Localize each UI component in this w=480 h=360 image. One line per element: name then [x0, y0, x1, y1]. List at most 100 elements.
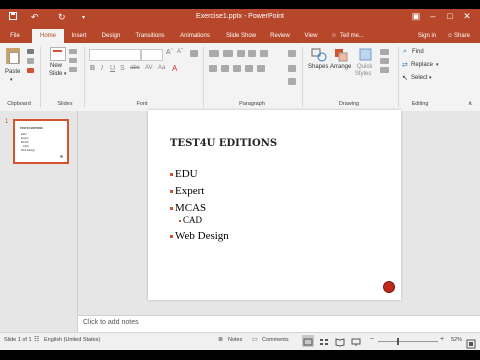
underline-icon[interactable]: U [110, 65, 115, 72]
share-button[interactable]: Share [454, 29, 474, 43]
minimize-icon[interactable]: – [426, 11, 440, 21]
increase-indent-icon[interactable] [248, 50, 256, 57]
columns-icon[interactable] [257, 65, 265, 72]
align-left-icon[interactable] [209, 65, 217, 72]
zoom-out-icon[interactable]: − [370, 336, 374, 343]
collapse-ribbon-icon[interactable]: ∧ [468, 100, 472, 107]
zoom-slider-track[interactable] [378, 341, 438, 342]
align-text-icon[interactable] [288, 65, 296, 72]
smartart-icon[interactable] [288, 78, 296, 85]
font-name-combo[interactable] [89, 49, 141, 61]
quick-styles-label-2[interactable]: Styles [355, 71, 371, 77]
quick-styles-icon[interactable] [359, 48, 372, 61]
numbering-icon[interactable] [223, 50, 233, 57]
paste-button[interactable]: Paste [5, 69, 20, 75]
cut-icon[interactable] [27, 49, 34, 54]
change-case-icon[interactable]: Aa [158, 65, 165, 71]
select-button[interactable]: Select [411, 75, 428, 81]
replace-icon[interactable]: ⇄ [402, 61, 408, 69]
zoom-in-icon[interactable]: + [440, 336, 444, 343]
paste-dropdown-icon[interactable]: ▾ [10, 77, 13, 83]
tab-home[interactable]: Home [32, 29, 64, 43]
shape-outline-icon[interactable] [380, 58, 389, 64]
new-slide-label-1[interactable]: New [50, 63, 62, 69]
slide-bullet[interactable]: MCAS [170, 202, 206, 214]
tab-animations[interactable]: Animations [175, 29, 215, 43]
fit-to-window-icon[interactable] [466, 336, 476, 349]
slide-bullet[interactable]: EDU [170, 168, 198, 180]
slide-canvas[interactable]: TEST4U EDITIONS EDU Expert MCAS CAD Web … [148, 110, 401, 300]
slide-thumbnail[interactable]: TEST4U EDITIONS EDU Expert MCAS CAD Web … [13, 119, 69, 164]
share-icon[interactable]: ☺ [446, 29, 454, 43]
arrange-button[interactable]: Arrange [330, 64, 351, 70]
reset-icon[interactable] [69, 58, 77, 63]
select-icon[interactable]: ↖ [402, 74, 408, 82]
paste-icon[interactable] [6, 48, 20, 64]
slide-bullet[interactable]: Expert [170, 185, 204, 197]
clear-formatting-icon[interactable] [190, 50, 198, 57]
comments-icon[interactable]: ▭ [252, 336, 258, 343]
tell-me-box[interactable]: Tell me... [340, 29, 368, 43]
strikethrough-icon[interactable]: abc [130, 65, 140, 71]
bullets-icon[interactable] [209, 50, 219, 57]
comments-button[interactable]: Comments [262, 337, 289, 343]
shapes-icon[interactable] [311, 48, 327, 62]
tab-review[interactable]: Review [266, 29, 294, 43]
restore-ribbon-icon[interactable]: ▣ [409, 11, 423, 22]
slide-bullet[interactable]: Web Design [170, 230, 229, 242]
tab-insert[interactable]: Insert [66, 29, 92, 43]
tab-slide-show[interactable]: Slide Show [221, 29, 261, 43]
justify-icon[interactable] [245, 65, 253, 72]
new-slide-dropdown-icon[interactable]: ▾ [64, 71, 67, 77]
copy-icon[interactable] [27, 58, 34, 64]
text-direction-icon[interactable] [288, 50, 296, 57]
arrange-icon[interactable] [334, 48, 348, 62]
quick-styles-label-1[interactable]: Quick [357, 64, 372, 70]
format-painter-icon[interactable] [27, 68, 34, 73]
maximize-icon[interactable]: □ [443, 11, 457, 21]
language-indicator[interactable]: English (United States) [44, 337, 100, 343]
tab-file[interactable]: File [0, 29, 30, 43]
find-icon[interactable]: ⌕ [403, 48, 407, 56]
slide-title[interactable]: TEST4U EDITIONS [170, 138, 277, 149]
increase-font-icon[interactable]: Aˆ [166, 49, 173, 56]
shape-fill-icon[interactable] [380, 49, 389, 55]
spelling-icon[interactable]: ☷ [34, 336, 39, 343]
decrease-font-icon[interactable]: Aˇ [177, 49, 183, 55]
notes-button[interactable]: Notes [228, 337, 242, 343]
align-center-icon[interactable] [221, 65, 229, 72]
slide-sorter-icon[interactable] [318, 335, 330, 347]
tab-transitions[interactable]: Transitions [130, 29, 170, 43]
new-slide-label-2[interactable]: Slide [49, 71, 62, 77]
find-button[interactable]: Find [412, 49, 424, 55]
sign-in-link[interactable]: Sign in [412, 29, 442, 43]
replace-button[interactable]: Replace [411, 62, 433, 68]
tab-view[interactable]: View [299, 29, 323, 43]
tab-design[interactable]: Design [97, 29, 125, 43]
zoom-slider-thumb[interactable] [397, 338, 399, 345]
spacing-icon[interactable]: AV [145, 65, 153, 71]
replace-dropdown-icon[interactable]: ▾ [436, 62, 439, 68]
font-size-combo[interactable] [141, 49, 163, 61]
shadow-icon[interactable]: S [120, 65, 125, 72]
notes-pane[interactable]: Click to add notes [78, 315, 480, 332]
new-slide-icon[interactable] [50, 47, 66, 61]
line-spacing-icon[interactable] [260, 50, 268, 57]
lightbulb-icon[interactable]: ☆ [330, 29, 338, 43]
align-right-icon[interactable] [233, 65, 241, 72]
section-icon[interactable] [69, 67, 77, 72]
shapes-button[interactable]: Shapes [308, 64, 328, 70]
zoom-level[interactable]: 52% [451, 337, 462, 343]
close-icon[interactable]: ✕ [460, 11, 474, 22]
slide-sub-bullet[interactable]: CAD [179, 215, 202, 225]
italic-icon[interactable]: I [101, 65, 103, 72]
select-dropdown-icon[interactable]: ▾ [429, 75, 432, 81]
normal-view-icon[interactable] [302, 335, 314, 347]
layout-icon[interactable] [69, 49, 77, 54]
decrease-indent-icon[interactable] [237, 50, 245, 57]
slideshow-view-icon[interactable] [350, 335, 362, 347]
notes-icon[interactable]: ≣ [218, 336, 223, 343]
reading-view-icon[interactable] [334, 335, 346, 347]
shape-effects-icon[interactable] [380, 67, 389, 73]
font-color-icon[interactable]: A [172, 64, 177, 73]
